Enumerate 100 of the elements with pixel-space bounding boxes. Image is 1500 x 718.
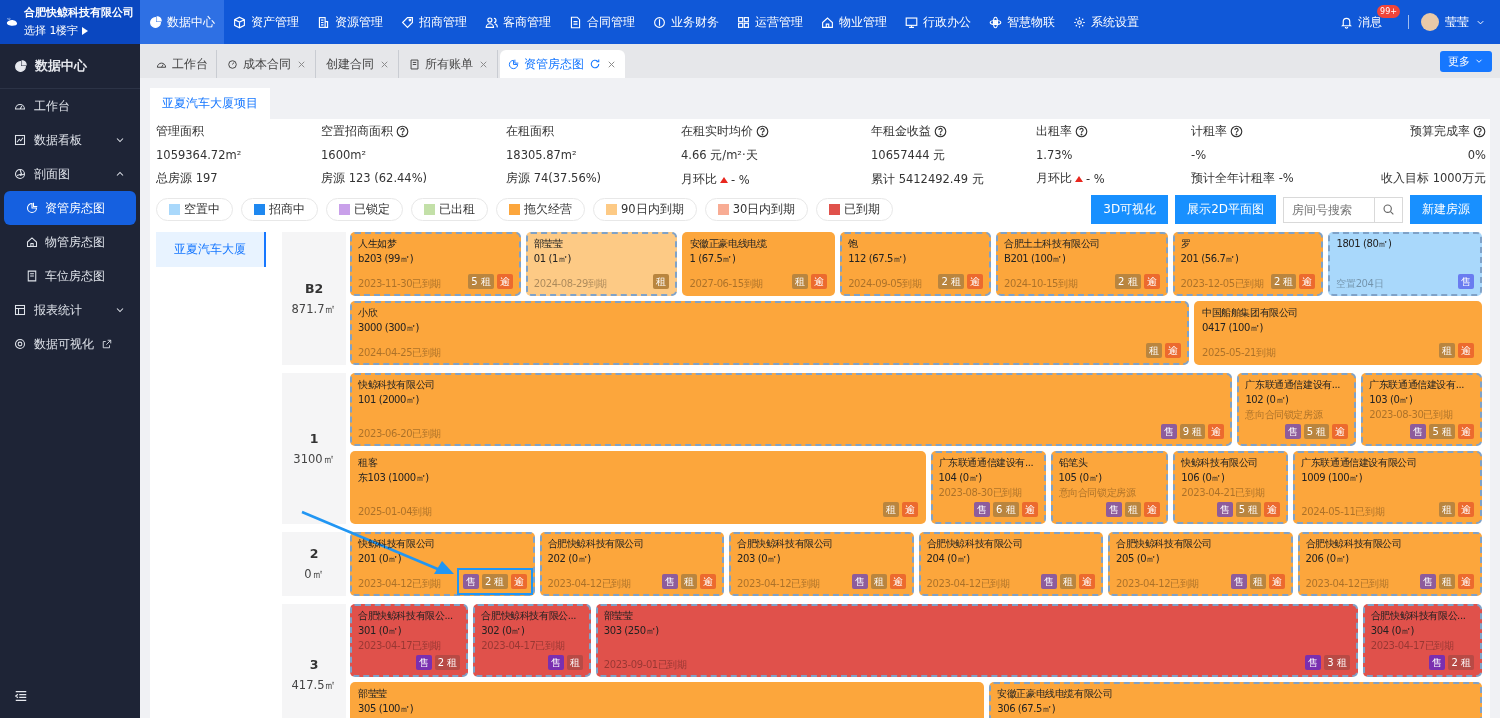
tenant-name: 部莹莹	[603, 610, 634, 622]
room-unit: 1801 (80㎡)	[1336, 238, 1393, 250]
room-tag: 租	[1249, 574, 1266, 589]
room-tag: 5 租	[468, 274, 494, 289]
room-unit: 112 (67.5㎡)	[848, 253, 908, 265]
search-button[interactable]	[1375, 196, 1403, 223]
nav-item[interactable]: 业务财务	[644, 0, 728, 44]
sidebar-item[interactable]: 剖面图	[0, 157, 140, 191]
room-tag: 逾	[889, 574, 906, 589]
room-tag: 逾	[1079, 574, 1095, 589]
page-tab[interactable]: 资管房态图	[500, 50, 625, 78]
gear-icon	[1073, 15, 1086, 29]
stat-label: 空置招商面积	[321, 124, 393, 139]
page-tab[interactable]: 成本合同	[219, 50, 316, 78]
sidebar-subitem[interactable]: 车位房态图	[0, 259, 140, 293]
sidebar-item[interactable]: 数据看板	[0, 123, 140, 157]
room-tag: 逾	[1021, 502, 1038, 517]
room-tag: 逾	[496, 274, 513, 289]
trend-up-icon	[720, 176, 728, 183]
tenant-name: 安徽正豪电线电缆	[689, 238, 768, 250]
room-tag: 6 租	[992, 502, 1019, 517]
sidebar-subitem[interactable]: 资管房态图	[4, 191, 136, 225]
tenant-name: 合肥快鲸科技有限公...	[481, 610, 578, 622]
tenant-name: 中国船舶集团有限公司	[1201, 307, 1299, 319]
target-icon	[14, 338, 26, 350]
room-unit: 101 (2000㎡)	[358, 394, 421, 406]
room-tag: 租	[1060, 574, 1076, 589]
help-icon	[934, 125, 947, 138]
room-tag: 租	[1439, 502, 1455, 517]
floor-area: 0㎡	[304, 567, 324, 582]
table-icon	[14, 304, 26, 316]
room-unit: 104 (0㎡)	[938, 472, 983, 484]
room-search-field[interactable]: 房间号搜索	[1283, 196, 1375, 223]
room-card[interactable]: 部莹莹 305 (100㎡)	[350, 682, 985, 718]
stat-label: 在租面积	[506, 124, 554, 139]
room-unit: 103 (0㎡)	[1369, 394, 1414, 406]
page-tab[interactable]: 工作台	[148, 50, 217, 78]
room-tag: 售	[851, 574, 868, 589]
nav-item[interactable]: 行政办公	[896, 0, 980, 44]
nav-item[interactable]: 系统设置	[1064, 0, 1148, 44]
sidebar-item[interactable]: 工作台	[0, 89, 140, 123]
tenant-name: 快鲸科技有限公司	[1181, 457, 1260, 469]
room-card[interactable]: 安徽正豪电线电缆有限公司 306 (67.5㎡)	[989, 682, 1482, 718]
project-tab[interactable]: 亚夏汽车大厦项目	[150, 88, 270, 119]
nav-item[interactable]: 智慧物联	[980, 0, 1064, 44]
nav-item[interactable]: 招商管理	[392, 0, 476, 44]
nav-item[interactable]: 数据中心	[140, 0, 224, 44]
room-unit: 303 (250㎡)	[603, 625, 660, 637]
room-tag: 逾	[700, 574, 716, 589]
sidebar-item[interactable]: 数据可视化	[0, 327, 140, 361]
room-tag: 逾	[1208, 424, 1225, 439]
room-tag: 逾	[1264, 502, 1281, 517]
stat-value: 18305.87m²	[506, 148, 578, 162]
floor-name: 1	[309, 430, 319, 446]
tenant-name: 合肥快鲸科技有限公...	[358, 610, 454, 622]
stat-value: 1.73%	[1036, 148, 1074, 162]
room-unit: b203 (99㎡)	[358, 253, 415, 265]
floor-name: 3	[309, 657, 319, 672]
room-unit: 203 (0㎡)	[737, 553, 782, 565]
room-tag: 售	[1458, 274, 1474, 289]
pie-chart-icon	[26, 202, 38, 214]
room-unit: 1009 (100㎡)	[1301, 472, 1364, 484]
stat-label: 预算完成率	[1409, 124, 1470, 139]
room-unit: 304 (0㎡)	[1370, 625, 1415, 637]
tenant-name: 合肥快鲸科技有限公司	[547, 538, 645, 550]
tenant-name: 广东联通通信建设有...	[1245, 379, 1342, 391]
user-name[interactable]: 莹莹	[1445, 13, 1469, 31]
room-unit: 205 (0㎡)	[1116, 553, 1161, 565]
nav-item[interactable]: 运营管理	[728, 0, 812, 44]
coin-icon	[653, 15, 666, 29]
nav-item[interactable]: 客商管理	[476, 0, 560, 44]
room-unit: 301 (0㎡)	[358, 625, 403, 637]
building-selector[interactable]: 选择 1楼宇	[24, 23, 134, 38]
tenant-name: 广东联通通信建设有...	[1369, 379, 1465, 391]
avatar[interactable]	[1421, 13, 1439, 31]
stat-detail: 累计 5412492.49 元	[871, 172, 984, 187]
tenant-name: 罗	[1180, 238, 1192, 250]
tenant-name: 快鲸科技有限公司	[358, 379, 436, 391]
room-tag: 9 租	[1179, 424, 1206, 439]
tenant-name: 部莹莹	[358, 688, 388, 700]
nav-item[interactable]: 资源管理	[308, 0, 392, 44]
nav-item[interactable]: 物业管理	[812, 0, 896, 44]
room-tag: 逾	[1299, 274, 1316, 289]
building-item[interactable]: 亚夏汽车大厦	[156, 232, 266, 267]
stat-detail: 收入目标 1000万元	[1381, 171, 1486, 186]
nav-item[interactable]: 合同管理	[560, 0, 644, 44]
more-button[interactable]: 更多	[1440, 50, 1492, 72]
page-tab[interactable]: 所有账单	[401, 50, 498, 78]
nav-item[interactable]: 资产管理	[224, 0, 308, 44]
room-tag: 5 租	[1303, 424, 1330, 439]
room-tag: 租	[792, 274, 809, 289]
floor-area: 417.5㎡	[291, 678, 337, 693]
stat-label: 出租率	[1036, 124, 1072, 139]
room-tag: 逾	[1458, 343, 1474, 358]
page-tab[interactable]: 创建合同	[318, 50, 399, 78]
sidebar-subitem[interactable]: 物管房态图	[0, 225, 140, 259]
stat-value: 0%	[1467, 148, 1486, 162]
sidebar-item[interactable]: 报表统计	[0, 293, 140, 327]
tenant-name: 广东联通通信建设有...	[938, 457, 1035, 469]
room-tag: 售	[1160, 424, 1177, 439]
